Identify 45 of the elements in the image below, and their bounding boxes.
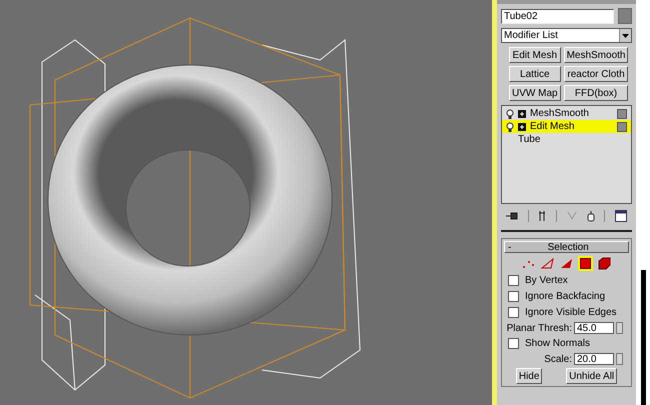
element-level-button[interactable] <box>597 256 612 271</box>
bulb-icon[interactable] <box>506 108 514 118</box>
pipe-icon[interactable] <box>538 211 546 221</box>
rollout-button[interactable]: Unhide All <box>566 368 618 384</box>
expand-icon[interactable] <box>518 122 526 130</box>
stack-item[interactable]: Tube <box>502 133 631 146</box>
modifier-swatch <box>617 122 627 132</box>
polygon-level-button[interactable] <box>578 256 593 271</box>
edge-level-button[interactable] <box>540 256 555 271</box>
modifier-button[interactable]: UVW Map <box>509 85 561 101</box>
bulb-icon[interactable] <box>506 122 514 132</box>
expand-icon[interactable] <box>518 110 526 118</box>
modifier-button[interactable]: FFD(box) <box>564 85 628 101</box>
checkbox-label: Ignore Visible Edges <box>525 307 617 318</box>
checkbox[interactable] <box>508 307 519 318</box>
scale-field[interactable]: 20.0 <box>574 353 614 365</box>
checkbox-label: By Vertex <box>525 275 568 286</box>
pin-icon[interactable] <box>506 211 518 221</box>
modifier-list-dropdown[interactable]: Modifier List <box>501 28 632 43</box>
modifier-button[interactable]: MeshSmooth <box>564 47 628 63</box>
planar-thresh-label: Planar Thresh: <box>506 322 572 334</box>
spinner-arrows[interactable] <box>616 353 623 365</box>
planar-thresh-field[interactable]: 45.0 <box>574 322 614 334</box>
face-level-button[interactable] <box>559 256 574 271</box>
modifier-button[interactable]: reactor Cloth <box>564 66 628 82</box>
object-color-swatch[interactable] <box>618 8 632 24</box>
configure-icon[interactable] <box>615 210 628 222</box>
checkbox-label: Show Normals <box>525 338 590 349</box>
scrollbar-thumb[interactable] <box>640 270 646 405</box>
checkbox[interactable] <box>508 338 519 349</box>
viewport[interactable] <box>0 0 492 405</box>
modifier-swatch <box>617 108 627 118</box>
spinner-arrows[interactable] <box>616 322 623 334</box>
selection-rollout-header[interactable]: - Selection <box>504 241 629 253</box>
object-name-field[interactable]: Tube02 <box>501 8 614 24</box>
remove-modifier-icon[interactable] <box>586 210 595 222</box>
checkbox-label: Ignore Backfacing <box>525 291 606 302</box>
modifier-button[interactable]: Edit Mesh <box>509 47 561 63</box>
scale-label: Scale: <box>544 354 572 364</box>
stack-item[interactable]: Edit Mesh <box>502 120 631 133</box>
stack-item[interactable]: MeshSmooth <box>502 107 631 120</box>
rollout-button[interactable]: Hide <box>516 368 542 384</box>
checkbox[interactable] <box>508 291 519 302</box>
checkbox[interactable] <box>508 275 519 286</box>
modifier-button[interactable]: Lattice <box>509 66 561 82</box>
